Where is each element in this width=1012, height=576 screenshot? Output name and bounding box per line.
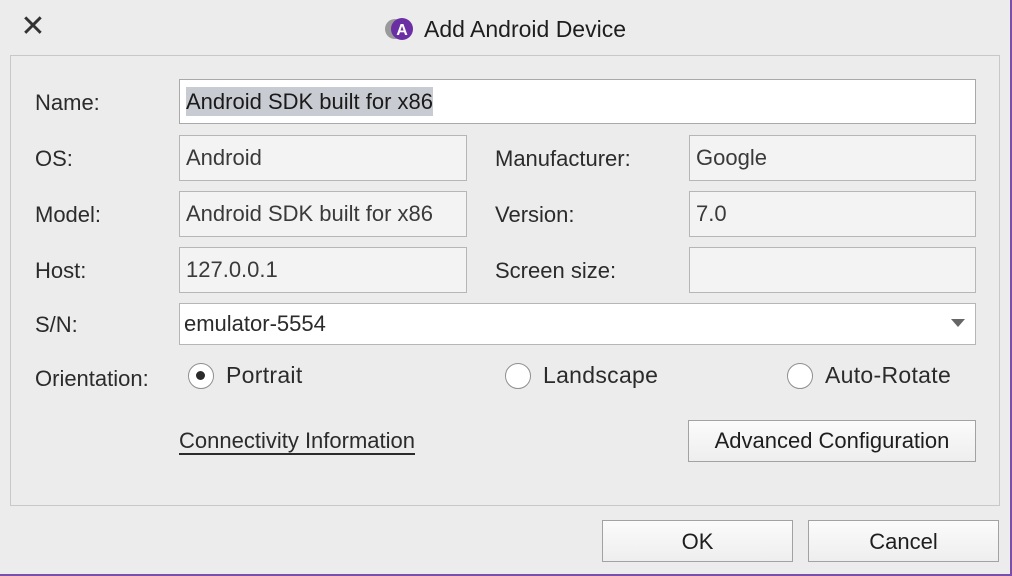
radio-auto-rotate[interactable]: Auto-Rotate [787,362,951,389]
add-android-device-dialog: ✕ A Add Android Device Name: Android SDK… [0,0,1012,576]
sn-label: S/N: [35,312,78,337]
radio-landscape-label: Landscape [543,362,659,388]
screen-size-field [689,247,976,293]
host-field: 127.0.0.1 [179,247,467,293]
model-field: Android SDK built for x86 [179,191,467,237]
radio-auto-rotate-label: Auto-Rotate [825,362,952,388]
screen-size-label: Screen size: [495,258,617,283]
manufacturer-label: Manufacturer: [495,146,631,171]
ok-button[interactable]: OK [602,520,793,562]
manufacturer-field: Google [689,135,976,181]
radio-portrait-label: Portrait [226,362,303,388]
version-label: Version: [495,202,575,227]
svg-text:A: A [396,22,408,39]
dialog-title: Add Android Device [423,15,626,42]
name-label: Name: [35,90,100,115]
os-field: Android [179,135,467,181]
connectivity-information-link[interactable]: Connectivity Information [179,428,415,454]
advanced-configuration-button[interactable]: Advanced Configuration [688,420,976,462]
chevron-down-icon [951,319,965,327]
radio-auto-rotate-button[interactable] [787,362,813,389]
host-label: Host: [35,258,87,283]
version-field: 7.0 [689,191,976,237]
title-area: A Add Android Device [0,14,1010,44]
name-input[interactable]: Android SDK built for x86 [179,79,976,124]
sn-dropdown[interactable]: emulator-5554 [179,303,976,345]
sn-dropdown-value: emulator-5554 [184,311,326,336]
radio-portrait[interactable]: Portrait [188,362,303,389]
os-label: OS: [35,146,73,171]
radio-landscape[interactable]: Landscape [505,362,658,389]
android-app-icon: A [384,18,413,40]
title-bar: ✕ A Add Android Device [0,0,1010,56]
radio-landscape-button[interactable] [505,362,531,389]
radio-portrait-button[interactable] [188,362,214,389]
name-input-value: Android SDK built for x86 [186,87,434,116]
orientation-label: Orientation: [35,366,149,391]
model-label: Model: [35,202,102,227]
device-form-panel: Name: Android SDK built for x86 OS: Andr… [10,55,1000,506]
cancel-button[interactable]: Cancel [808,520,999,562]
